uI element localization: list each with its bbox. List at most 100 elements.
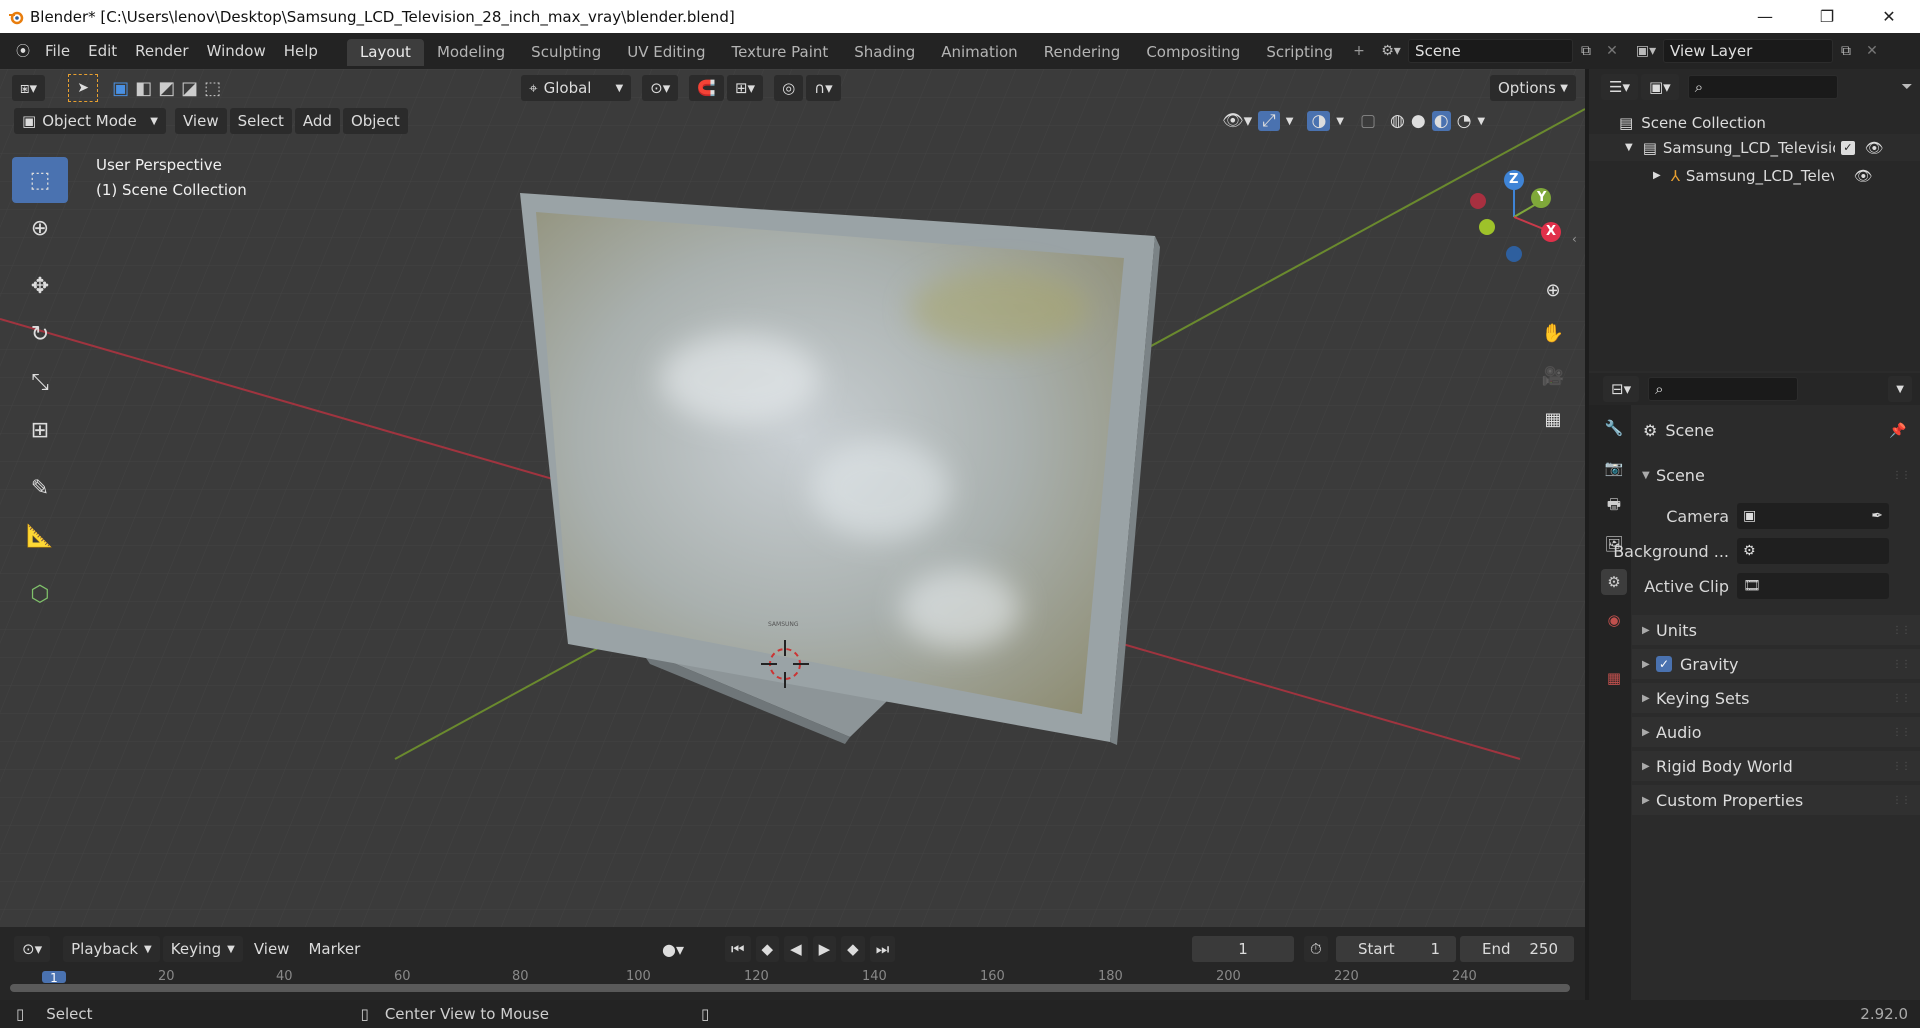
menu-window[interactable]: Window	[198, 37, 275, 65]
outliner-row-scene-collection[interactable]: ▤ Scene Collection	[1589, 109, 1920, 136]
proportional-edit-toggle[interactable]: ◎	[774, 75, 804, 101]
menu-playback[interactable]: Playback ▼	[63, 936, 160, 962]
drag-grip-icon[interactable]: ⋮⋮	[1892, 795, 1911, 806]
new-view-layer-icon[interactable]: ⧉	[1833, 39, 1859, 63]
tab-compositing[interactable]: Compositing	[1133, 39, 1253, 66]
start-frame-field[interactable]: Start 1	[1336, 936, 1456, 962]
checkbox-icon[interactable]: ✓	[1840, 140, 1855, 155]
shading-options-icon[interactable]: ▼	[1477, 116, 1485, 127]
visibility-icon[interactable]: 👁▾	[1222, 111, 1252, 131]
measure-tool[interactable]: 📐	[12, 513, 68, 559]
proportional-falloff-dropdown[interactable]: ∩▾	[806, 75, 841, 101]
play-icon[interactable]: ▶	[812, 936, 837, 962]
drag-grip-icon[interactable]: ⋮⋮	[1892, 693, 1911, 704]
select-extend-icon[interactable]: ◧	[135, 78, 152, 99]
zoom-icon[interactable]: ⊕	[1537, 274, 1569, 306]
timeline-ruler[interactable]: 1 20 40 60 80 100 120 140 160 180 200 22…	[10, 969, 1575, 995]
editor-type-button[interactable]: ⧆▾	[12, 75, 46, 101]
minimize-button[interactable]: —	[1734, 0, 1796, 33]
play-reverse-icon[interactable]: ◀	[784, 936, 808, 962]
tab-rendering[interactable]: Rendering	[1031, 39, 1134, 66]
background-field[interactable]: ⚙	[1737, 538, 1889, 564]
gizmo-toggle-icon[interactable]: ⤢	[1258, 111, 1280, 131]
annotate-tool[interactable]: ✎	[12, 465, 68, 511]
sidebar-toggle-icon[interactable]: ‹	[1572, 232, 1577, 246]
drag-grip-icon[interactable]: ⋮⋮	[1892, 625, 1911, 636]
scene-type-icon[interactable]: ⚙▾	[1378, 39, 1404, 63]
overlay-toggle-icon[interactable]: ◑	[1307, 111, 1331, 131]
restore-button[interactable]: ❐	[1796, 0, 1858, 33]
next-keyframe-icon[interactable]: ◆	[841, 936, 865, 962]
snap-target-dropdown[interactable]: ⊞▾	[726, 75, 764, 101]
custom-properties-panel[interactable]: ▶ Custom Properties ⋮⋮	[1632, 785, 1920, 815]
eyedropper-icon[interactable]: ✒	[1871, 508, 1883, 524]
eye-icon[interactable]: 👁	[1865, 139, 1884, 157]
select-tool-icon[interactable]: ➤	[68, 74, 99, 102]
tab-animation[interactable]: Animation	[928, 39, 1030, 66]
tab-texture-paint[interactable]: Texture Paint	[718, 39, 841, 66]
camera-view-icon[interactable]: 🎥	[1537, 360, 1569, 392]
gravity-checkbox[interactable]: ✓	[1656, 656, 1672, 672]
tab-uv-editing[interactable]: UV Editing	[614, 39, 718, 66]
menu-view[interactable]: View	[175, 108, 227, 134]
record-button[interactable]: ●▾	[662, 940, 684, 959]
tab-layout[interactable]: Layout	[346, 39, 424, 66]
select-box-tool[interactable]: ⬚	[12, 157, 68, 203]
move-tool[interactable]: ✥	[12, 263, 68, 309]
drag-grip-icon[interactable]: ⋮⋮	[1892, 470, 1911, 481]
filter-icon[interactable]: ⏷	[1894, 75, 1920, 99]
camera-field[interactable]: ▣ ✒	[1737, 503, 1889, 529]
jump-end-icon[interactable]: ⏭	[869, 936, 896, 962]
snap-toggle[interactable]: 🧲	[689, 75, 724, 101]
drag-grip-icon[interactable]: ⋮⋮	[1892, 727, 1911, 738]
tab-scripting[interactable]: Scripting	[1253, 39, 1346, 66]
rotate-tool[interactable]: ↻	[12, 311, 68, 357]
world-tab-icon[interactable]: ◉	[1601, 607, 1627, 633]
eye-icon[interactable]: 👁	[1854, 167, 1873, 185]
pan-hand-icon[interactable]: ✋	[1537, 317, 1569, 349]
outliner-search-input[interactable]: ⌕	[1687, 75, 1838, 99]
gravity-panel[interactable]: ▶ ✓ Gravity ⋮⋮	[1632, 649, 1920, 679]
scene-panel-header[interactable]: ▼ Scene ⋮⋮	[1632, 460, 1920, 490]
menu-edit[interactable]: Edit	[79, 37, 126, 65]
close-button[interactable]: ✕	[1858, 0, 1920, 33]
menu-marker[interactable]: Marker	[300, 936, 368, 962]
tab-shading[interactable]: Shading	[841, 39, 928, 66]
cursor-tool[interactable]: ⊕	[12, 205, 68, 251]
render-tab-icon[interactable]: 📷	[1601, 455, 1627, 481]
add-cube-tool[interactable]: ⬡	[12, 571, 68, 617]
tool-tab-icon[interactable]: 🔧	[1601, 415, 1627, 441]
pin-icon[interactable]: 📌	[1889, 423, 1906, 439]
tab-sculpting[interactable]: Sculpting	[518, 39, 614, 66]
timeline-scrollbar[interactable]	[10, 984, 1570, 992]
scene-name-field[interactable]: Scene	[1408, 39, 1574, 63]
select-new-icon[interactable]: ▣	[112, 78, 129, 99]
select-intersect-icon[interactable]: ⬚	[204, 78, 221, 99]
scale-tool[interactable]: ⤡	[12, 359, 68, 405]
properties-options-dropdown[interactable]: ▼	[1888, 376, 1912, 402]
xray-toggle-icon[interactable]: ▢	[1360, 111, 1376, 131]
select-mode-icons[interactable]: ▣ ◧ ◩ ◪ ⬚	[112, 78, 221, 99]
material-shading-icon[interactable]: ◐	[1431, 111, 1451, 131]
view-layer-icon[interactable]: ▣▾	[1633, 39, 1659, 63]
rendered-shading-icon[interactable]: ◔	[1457, 111, 1472, 131]
new-scene-icon[interactable]: ⧉	[1573, 39, 1599, 63]
solid-shading-icon[interactable]: ●	[1411, 111, 1426, 131]
menu-render[interactable]: Render	[126, 37, 197, 65]
outliner-editor-type[interactable]: ☰▾	[1601, 74, 1638, 100]
end-frame-field[interactable]: End 250	[1460, 936, 1574, 962]
view-layer-field[interactable]: View Layer	[1663, 39, 1834, 63]
wireframe-shading-icon[interactable]: ◍	[1390, 111, 1405, 131]
outliner-row-object[interactable]: ▶ ⅄ Samsung_LCD_Telev 👁	[1589, 162, 1920, 189]
active-clip-field[interactable]: 🎞	[1737, 573, 1889, 599]
mode-dropdown[interactable]: ▣ Object Mode ▼	[14, 108, 166, 134]
select-invert-icon[interactable]: ◪	[181, 78, 198, 99]
pivot-point-dropdown[interactable]: ⊙▾	[642, 75, 679, 101]
3d-viewport[interactable]: SAMSUNG Z Y X ⧆▾ ➤ ▣ ◧ ◩ ◪ ⬚ ⌖ Global ▼ …	[0, 69, 1585, 927]
menu-timeline-view[interactable]: View	[246, 936, 298, 962]
menu-object[interactable]: Object	[342, 108, 408, 134]
keying-sets-panel[interactable]: ▶ Keying Sets ⋮⋮	[1632, 683, 1920, 713]
drag-grip-icon[interactable]: ⋮⋮	[1892, 659, 1911, 670]
drag-grip-icon[interactable]: ⋮⋮	[1892, 761, 1911, 772]
delete-view-layer-icon[interactable]: ✕	[1859, 39, 1885, 63]
